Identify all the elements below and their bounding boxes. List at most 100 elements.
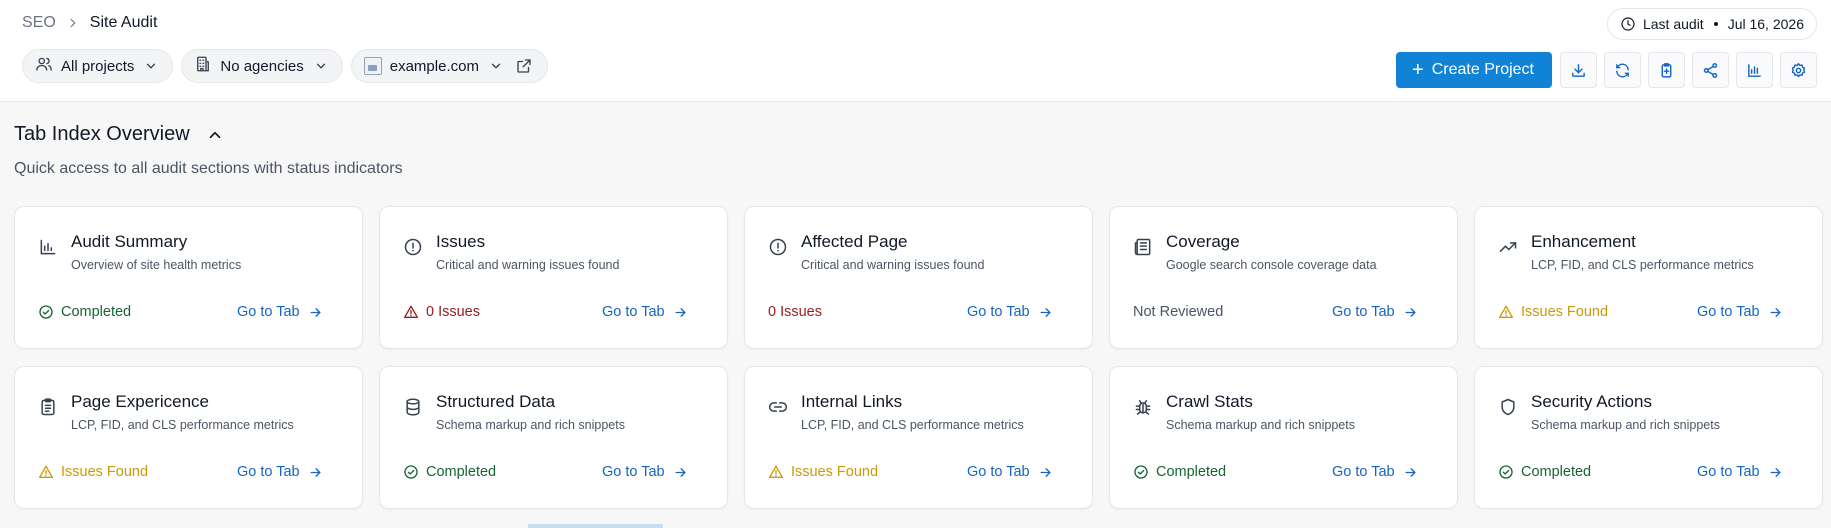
alert-triangle-icon [1499,305,1513,318]
go-to-tab-link[interactable]: Go to Tab [1332,464,1418,480]
card-title: Crawl Stats [1166,392,1253,411]
create-project-button[interactable]: + Create Project [1396,52,1552,88]
link-icon [768,397,788,417]
arrow-right-icon [1040,467,1051,477]
go-to-tab-link[interactable]: Go to Tab [1697,464,1783,480]
bug-icon [1133,397,1153,417]
go-to-tab-link[interactable]: Go to Tab [237,464,323,480]
status-label: 0 Issues [768,304,822,320]
projects-dropdown[interactable]: All projects [22,49,174,83]
last-audit-badge[interactable]: Last audit Jul 16, 2026 [1606,8,1817,40]
check-circle-icon [404,465,418,479]
arrow-right-icon [1770,467,1781,477]
section-subtitle: Quick access to all audit sections with … [14,160,403,177]
status-label: Issues Found [1521,304,1609,320]
go-to-tab-link[interactable]: Go to Tab [967,464,1053,480]
tab-card[interactable]: Structured Data Schema markup and rich sn… [379,366,728,509]
card-description: Critical and warning issues found [436,258,620,272]
go-to-tab-link[interactable]: Go to Tab [1332,304,1418,320]
go-to-tab-link[interactable]: Go to Tab [602,304,688,320]
tab-card[interactable]: Coverage Google search console coverage d… [1109,206,1458,349]
go-to-tab-link[interactable]: Go to Tab [237,304,323,320]
chevron-down-icon [147,63,156,69]
tab-card[interactable]: Page Expericence LCP, FID, and CLS perfor… [14,366,363,509]
external-link-icon[interactable] [515,57,533,75]
alert-circle-icon [404,238,422,256]
check-circle-icon [1134,465,1148,479]
share-button[interactable] [1692,52,1729,88]
bar-chart-icon [1748,63,1761,77]
breadcrumb-seo-link[interactable]: SEO [22,14,56,32]
go-to-tab-label: Go to Tab [1332,464,1395,480]
alert-circle-icon [768,237,788,257]
arrow-right-icon [1040,307,1051,317]
go-to-tab-link[interactable]: Go to Tab [1697,304,1783,320]
status-badge: Issues Found [38,464,148,480]
agencies-dropdown[interactable]: No agencies [181,49,343,83]
shield-icon [1498,397,1518,417]
users-icon [35,55,53,77]
chevron-down-icon [491,63,501,69]
card-title: Structured Data [436,392,556,411]
tab-card[interactable]: Issues Critical and warning issues found 0… [379,206,728,349]
arrow-right-icon [675,307,686,317]
go-to-tab-label: Go to Tab [967,464,1030,480]
status-label: Issues Found [61,464,149,480]
card-title: Affected Page [801,232,908,251]
status-badge: 0 Issues [403,304,480,320]
status-label: Completed [1521,464,1592,480]
database-icon [406,398,420,416]
chevron-right-icon [66,16,80,30]
agencies-dropdown-label: No agencies [220,57,304,75]
card-description: LCP, FID, and CLS performance metrics [71,418,294,432]
settings-button[interactable] [1780,52,1817,88]
create-project-label: Create Project [1431,61,1534,78]
check-circle-icon [39,305,53,319]
separator-dot [1713,22,1718,26]
status-badge: Completed [1133,464,1226,480]
go-to-tab-link[interactable]: Go to Tab [602,464,688,480]
trending-up-icon [1499,242,1517,252]
status-badge: Completed [403,464,496,480]
tab-card[interactable]: Enhancement LCP, FID, and CLS performance… [1474,206,1823,349]
newspaper-icon [1133,237,1153,257]
status-badge: Issues Found [768,464,878,480]
settings-icon [1791,62,1806,77]
toolbar-actions: + Create Project [1396,52,1817,88]
tab-card[interactable]: Audit Summary Overview of site health met… [14,206,363,349]
bar-chart-icon [38,237,58,257]
go-to-tab-label: Go to Tab [1697,304,1760,320]
scroll-indicator [528,524,663,528]
reports-button[interactable] [1736,52,1773,88]
tab-card[interactable]: Security Actions Schema markup and rich s… [1474,366,1823,509]
domain-dropdown[interactable]: example.com [350,49,548,83]
download-button[interactable] [1560,52,1597,88]
refresh-button[interactable] [1604,52,1641,88]
chevron-up-icon[interactable] [206,126,224,144]
card-description: Schema markup and rich snippets [1166,418,1355,432]
share-icon [1703,62,1718,78]
card-title: Enhancement [1531,232,1636,251]
go-to-tab-label: Go to Tab [1332,304,1395,320]
status-badge: 0 Issues [768,304,822,320]
domain-dropdown-label: example.com [389,57,479,75]
tab-card[interactable]: Crawl Stats Schema markup and rich snippe… [1109,366,1458,509]
tab-card[interactable]: Affected Page Critical and warning issues… [744,206,1093,349]
tab-card[interactable]: Internal Links LCP, FID, and CLS performa… [744,366,1093,509]
arrow-right-icon [1405,467,1416,477]
card-description: Overview of site health metrics [71,258,242,272]
card-description: LCP, FID, and CLS performance metrics [1531,258,1754,272]
go-to-tab-label: Go to Tab [1697,464,1760,480]
bug-icon [1135,400,1151,415]
go-to-tab-label: Go to Tab [967,304,1030,320]
go-to-tab-label: Go to Tab [237,464,300,480]
plus-icon: + [1412,59,1424,81]
tab-index-grid: Audit Summary Overview of site health met… [14,206,1823,509]
arrow-right-icon [1405,307,1416,317]
clipboard-button[interactable] [1648,52,1685,88]
go-to-tab-label: Go to Tab [237,304,300,320]
status-label: 0 Issues [426,304,480,320]
database-icon [403,397,423,417]
go-to-tab-link[interactable]: Go to Tab [967,304,1053,320]
filter-bar: All projects No agencies example.com [22,49,548,83]
